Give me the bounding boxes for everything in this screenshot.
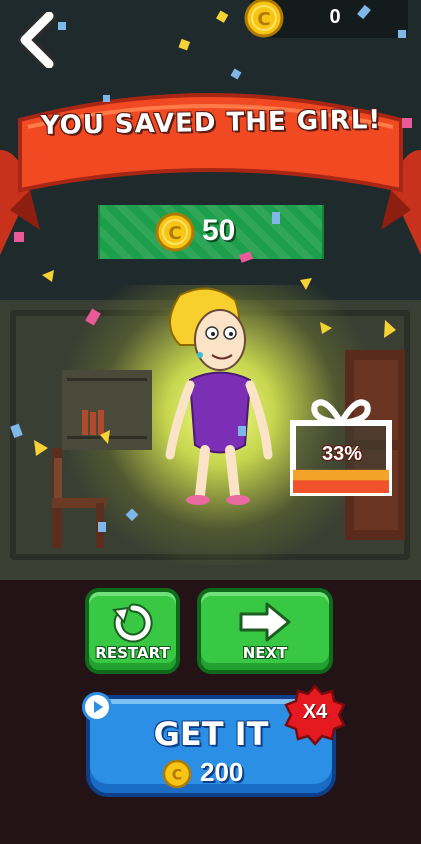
coin-count: 0 [329, 6, 341, 28]
coin-icon: C [162, 759, 192, 789]
restart-button[interactable]: RESTART [85, 588, 180, 674]
get-it-price: 200 [200, 757, 244, 787]
coin-icon: C [155, 212, 195, 252]
restart-label: RESTART [95, 644, 170, 662]
svg-text:C: C [168, 223, 181, 244]
gift-progress-label: 33% [321, 443, 363, 465]
next-arrow-icon [239, 602, 291, 642]
back-arrow-icon[interactable] [15, 12, 63, 68]
reward-amount: 50 [202, 214, 236, 247]
next-label: NEXT [242, 644, 288, 662]
restart-icon [111, 603, 153, 643]
banner-title: YOU SAVED THE GIRL! [40, 105, 382, 141]
multiplier-label: X4 [302, 701, 328, 723]
gift-icon [290, 399, 392, 496]
bookshelf [62, 370, 152, 450]
svg-text:C: C [172, 768, 182, 784]
next-button[interactable]: NEXT [197, 588, 333, 674]
video-play-icon [82, 692, 112, 722]
svg-text:C: C [257, 9, 270, 30]
gift-progress-fill-highlight [293, 469, 389, 481]
chair [52, 448, 106, 548]
girl-character [165, 287, 273, 505]
coin-icon: C [244, 0, 284, 38]
